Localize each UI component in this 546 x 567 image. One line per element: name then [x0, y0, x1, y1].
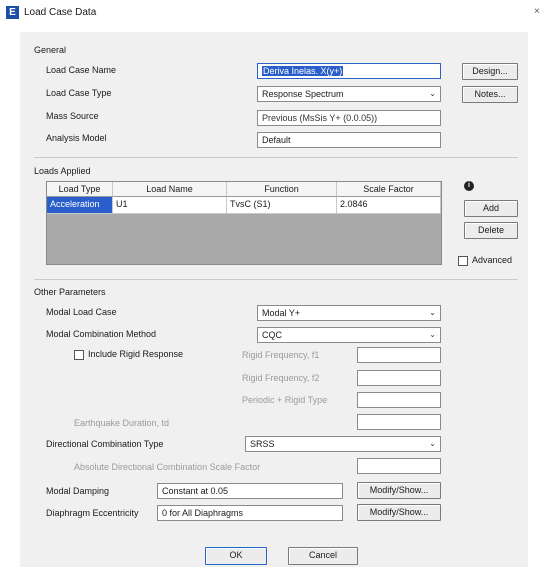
scale-factor-cell[interactable]: 2.0846 — [337, 197, 441, 214]
rigid-frequency-f1-input[interactable] — [357, 347, 441, 363]
chevron-down-icon: ⌄ — [429, 89, 436, 98]
include-rigid-response-checkbox[interactable] — [74, 350, 84, 360]
title-bar: E Load Case Data × — [0, 0, 546, 26]
chevron-down-icon: ⌄ — [429, 308, 436, 317]
load-case-type-label: Load Case Type — [46, 88, 112, 98]
rigid-frequency-f1-label: Rigid Frequency, f1 — [242, 350, 320, 360]
diaphragm-eccentricity-label: Diaphragm Eccentricity — [46, 508, 139, 518]
modal-load-case-select[interactable]: Modal Y+ ⌄ — [257, 305, 441, 321]
analysis-model-label: Analysis Model — [46, 133, 107, 143]
delete-button[interactable]: Delete — [464, 222, 518, 239]
close-icon[interactable]: × — [534, 6, 540, 17]
diaphragm-eccentricity-value: 0 for All Diaphragms — [157, 505, 343, 521]
advanced-label: Advanced — [472, 255, 513, 265]
absolute-directional-label: Absolute Directional Combination Scale F… — [74, 462, 261, 472]
load-case-name-label: Load Case Name — [46, 65, 117, 75]
window-title: Load Case Data — [24, 7, 97, 18]
chevron-down-icon: ⌄ — [429, 330, 436, 339]
other-parameters-group-title: Other Parameters — [34, 287, 106, 297]
directional-combination-type-value: SRSS — [250, 439, 275, 449]
chevron-down-icon: ⌄ — [429, 439, 436, 448]
cancel-button[interactable]: Cancel — [288, 547, 358, 565]
modal-damping-modify-button[interactable]: Modify/Show... — [357, 482, 441, 499]
load-name-cell[interactable]: U1 — [113, 197, 227, 214]
absolute-directional-input[interactable] — [357, 458, 441, 474]
load-case-type-value: Response Spectrum — [262, 89, 344, 99]
modal-damping-value: Constant at 0.05 — [157, 483, 343, 499]
rigid-frequency-f2-label: Rigid Frequency, f2 — [242, 373, 320, 383]
directional-combination-type-select[interactable]: SRSS ⌄ — [245, 436, 441, 452]
modal-combination-method-label: Modal Combination Method — [46, 329, 157, 339]
advanced-checkbox[interactable] — [458, 256, 468, 266]
info-icon: i — [464, 181, 474, 191]
ok-button[interactable]: OK — [205, 547, 267, 565]
rigid-frequency-f2-input[interactable] — [357, 370, 441, 386]
earthquake-duration-label: Earthquake Duration, td — [74, 418, 170, 428]
design-button[interactable]: Design... — [462, 63, 518, 80]
modal-combination-method-value: CQC — [262, 330, 282, 340]
load-case-type-select[interactable]: Response Spectrum ⌄ — [257, 86, 441, 102]
load-case-name-value: Deriva Inelas. X(y+) — [262, 66, 344, 76]
directional-combination-type-label: Directional Combination Type — [46, 439, 164, 449]
loads-table[interactable]: Load Type Load Name Function Scale Facto… — [46, 181, 442, 265]
earthquake-duration-input[interactable] — [357, 414, 441, 430]
load-case-name-input[interactable]: Deriva Inelas. X(y+) — [257, 63, 441, 79]
load-type-cell[interactable]: Acceleration — [47, 197, 113, 214]
include-rigid-response-label: Include Rigid Response — [88, 349, 184, 359]
modal-load-case-label: Modal Load Case — [46, 307, 117, 317]
app-icon: E — [6, 6, 19, 19]
column-header[interactable]: Load Type — [47, 182, 113, 197]
column-header[interactable]: Load Name — [113, 182, 227, 197]
function-cell[interactable]: TvsC (S1) — [227, 197, 337, 214]
column-header[interactable]: Scale Factor — [337, 182, 441, 197]
separator — [34, 279, 518, 280]
diaphragm-eccentricity-modify-button[interactable]: Modify/Show... — [357, 504, 441, 521]
periodic-rigid-type-input[interactable] — [357, 392, 441, 408]
modal-combination-method-select[interactable]: CQC ⌄ — [257, 327, 441, 343]
loads-applied-group-title: Loads Applied — [34, 166, 91, 176]
analysis-model-value: Default — [257, 132, 441, 148]
general-group-title: General — [34, 45, 67, 55]
mass-source-label: Mass Source — [46, 111, 99, 121]
notes-button[interactable]: Notes... — [462, 86, 518, 103]
mass-source-value: Previous (MsSis Y+ (0.0.05)) — [257, 110, 441, 126]
column-header[interactable]: Function — [227, 182, 337, 197]
modal-load-case-value: Modal Y+ — [262, 308, 301, 318]
modal-damping-label: Modal Damping — [46, 486, 110, 496]
add-button[interactable]: Add — [464, 200, 518, 217]
periodic-rigid-type-label: Periodic + Rigid Type — [242, 395, 328, 405]
separator — [34, 157, 518, 158]
